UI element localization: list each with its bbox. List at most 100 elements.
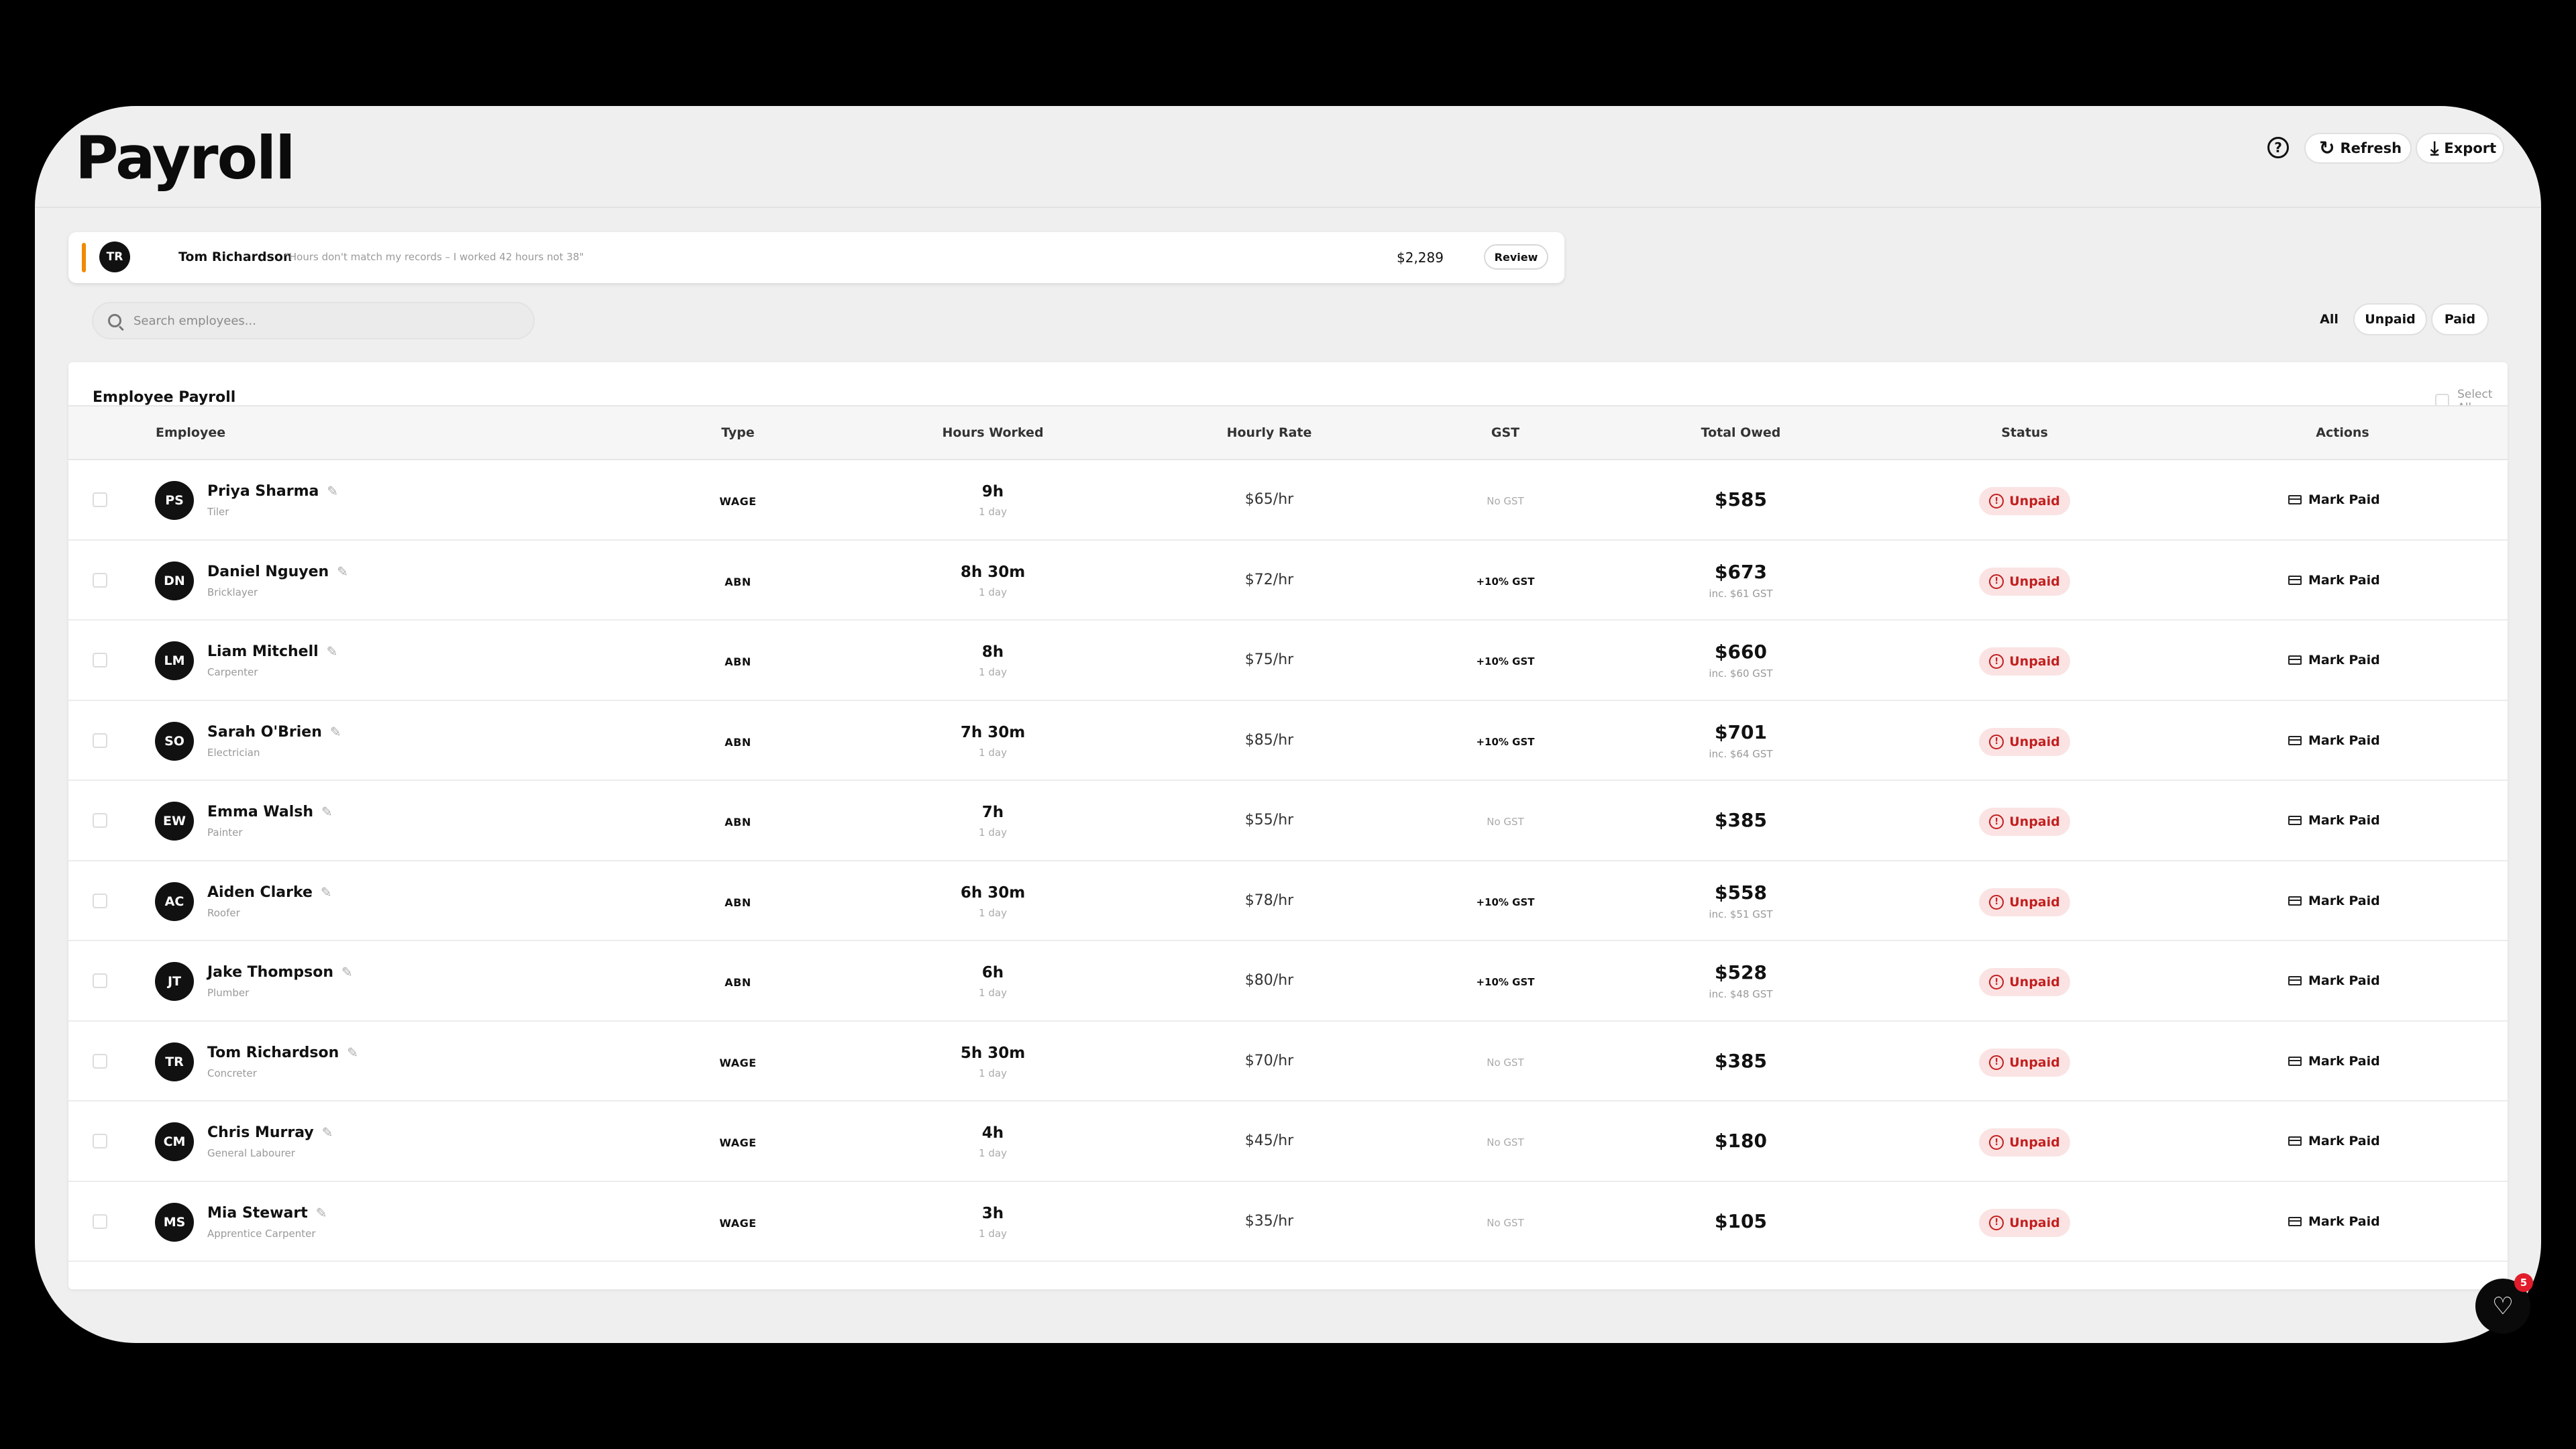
alert-circle-icon: !	[1989, 654, 2004, 669]
alert-circle-icon: !	[1989, 734, 2004, 749]
credit-card-icon	[2288, 896, 2302, 906]
avatar: MS	[155, 1202, 194, 1242]
refresh-button[interactable]: ↻ Refresh	[2304, 133, 2412, 164]
credit-card-icon	[2288, 976, 2302, 985]
edit-icon[interactable]: ✎	[341, 964, 353, 980]
employee-name[interactable]: Jake Thompson ✎	[207, 964, 353, 981]
app-window: Payroll ? ↻ Refresh ⤓ Export TR Tom Rich…	[35, 106, 2541, 1343]
days-count: 1 day	[979, 1067, 1007, 1079]
table-row: MS Mia Stewart ✎ Apprentice Carpenter WAGE 3h…	[68, 1182, 2508, 1262]
alert-circle-icon: !	[1989, 1055, 2004, 1070]
mark-paid-button[interactable]: Mark Paid	[2288, 973, 2380, 988]
employee-name[interactable]: Mia Stewart ✎	[207, 1205, 327, 1222]
days-count: 1 day	[979, 506, 1007, 518]
status-badge: ! Unpaid	[1979, 727, 2070, 756]
status-label: Unpaid	[2009, 814, 2060, 829]
credit-card-icon	[2288, 1136, 2302, 1146]
employee-name[interactable]: Chris Murray ✎	[207, 1124, 333, 1141]
filter-paid[interactable]: Paid	[2431, 303, 2489, 335]
mark-paid-button[interactable]: Mark Paid	[2288, 1054, 2380, 1069]
hours-worked: 8h	[981, 643, 1004, 661]
mark-paid-label: Mark Paid	[2308, 572, 2380, 588]
mark-paid-button[interactable]: Mark Paid	[2288, 573, 2380, 588]
alert-circle-icon: !	[1989, 574, 2004, 589]
employee-name[interactable]: Priya Sharma ✎	[207, 483, 338, 500]
status-label: Unpaid	[2009, 1055, 2060, 1070]
page-title: Payroll	[75, 123, 295, 193]
days-count: 1 day	[979, 586, 1007, 598]
avatar: LM	[155, 641, 194, 680]
row-checkbox[interactable]	[93, 973, 107, 988]
mark-paid-button[interactable]: Mark Paid	[2288, 813, 2380, 828]
search-icon	[108, 314, 121, 327]
hourly-rate: $55/hr	[1244, 812, 1294, 828]
employee-name-text: Priya Sharma	[207, 483, 319, 500]
edit-icon[interactable]: ✎	[337, 564, 348, 580]
mark-paid-button[interactable]: Mark Paid	[2288, 1214, 2380, 1229]
payroll-table-card: Employee Payroll Select All Employee Typ…	[68, 362, 2508, 1289]
avatar: TR	[99, 241, 130, 272]
edit-icon[interactable]: ✎	[322, 1124, 333, 1140]
edit-icon[interactable]: ✎	[327, 483, 338, 499]
avatar: TR	[155, 1042, 194, 1081]
alert-circle-icon: !	[1989, 814, 2004, 829]
gst-value: +10% GST	[1476, 575, 1535, 588]
employee-name[interactable]: Sarah O'Brien ✎	[207, 724, 341, 741]
employee-name-text: Aiden Clarke	[207, 883, 313, 901]
edit-icon[interactable]: ✎	[321, 804, 333, 820]
row-checkbox[interactable]	[93, 893, 107, 908]
employee-name[interactable]: Liam Mitchell ✎	[207, 643, 337, 660]
mark-paid-button[interactable]: Mark Paid	[2288, 653, 2380, 667]
hours-worked: 6h 30m	[960, 883, 1026, 902]
table-body: PS Priya Sharma ✎ Tiler WAGE 9h 1 day $65/hr No …	[68, 460, 2508, 1262]
days-count: 1 day	[979, 906, 1007, 919]
status-badge: ! Unpaid	[1979, 1128, 2070, 1157]
avatar: AC	[155, 881, 194, 921]
employee-type: ABN	[724, 976, 751, 989]
employee-type: WAGE	[719, 1136, 757, 1149]
employee-name[interactable]: Emma Walsh ✎	[207, 804, 333, 820]
row-checkbox[interactable]	[93, 572, 107, 588]
row-checkbox[interactable]	[93, 492, 107, 507]
col-actions: Actions	[2316, 425, 2369, 440]
table-row: EW Emma Walsh ✎ Painter ABN 7h 1 day $55/hr No G…	[68, 781, 2508, 861]
row-checkbox[interactable]	[93, 813, 107, 828]
row-checkbox[interactable]	[93, 733, 107, 748]
gst-value: +10% GST	[1476, 655, 1535, 667]
row-checkbox[interactable]	[93, 1214, 107, 1229]
review-button[interactable]: Review	[1484, 244, 1548, 270]
gst-value: No GST	[1487, 1056, 1524, 1069]
inc-gst-note: inc. $60 GST	[1709, 667, 1773, 680]
col-type: Type	[721, 425, 755, 440]
edit-icon[interactable]: ✎	[327, 643, 338, 659]
filter-unpaid[interactable]: Unpaid	[2353, 303, 2427, 335]
employee-name-text: Mia Stewart	[207, 1204, 308, 1222]
mark-paid-label: Mark Paid	[2308, 813, 2380, 828]
row-checkbox[interactable]	[93, 653, 107, 667]
help-icon[interactable]: ?	[2267, 137, 2289, 158]
search-input[interactable]: Search employees...	[92, 302, 535, 339]
employee-role: Painter	[207, 826, 243, 839]
edit-icon[interactable]: ✎	[330, 724, 341, 740]
edit-icon[interactable]: ✎	[321, 884, 332, 900]
mark-paid-button[interactable]: Mark Paid	[2288, 733, 2380, 748]
employee-name-text: Emma Walsh	[207, 804, 314, 820]
row-checkbox[interactable]	[93, 1134, 107, 1148]
total-owed: $180	[1715, 1130, 1767, 1152]
edit-icon[interactable]: ✎	[347, 1044, 358, 1061]
mark-paid-button[interactable]: Mark Paid	[2288, 492, 2380, 507]
mark-paid-button[interactable]: Mark Paid	[2288, 1134, 2380, 1148]
filter-all[interactable]: All	[2309, 303, 2349, 335]
hours-worked: 7h	[981, 804, 1004, 821]
row-checkbox[interactable]	[93, 1053, 107, 1069]
status-label: Unpaid	[2009, 494, 2060, 508]
edit-icon[interactable]: ✎	[316, 1205, 327, 1221]
inc-gst-note: inc. $48 GST	[1709, 988, 1773, 1000]
mark-paid-button[interactable]: Mark Paid	[2288, 894, 2380, 908]
avatar: SO	[155, 721, 194, 761]
table-row: SO Sarah O'Brien ✎ Electrician ABN 7h 30m 1 da…	[68, 701, 2508, 781]
employee-name[interactable]: Aiden Clarke ✎	[207, 884, 332, 901]
export-button[interactable]: ⤓ Export	[2416, 133, 2504, 164]
employee-name[interactable]: Daniel Nguyen ✎	[207, 564, 348, 580]
employee-name[interactable]: Tom Richardson ✎	[207, 1044, 358, 1061]
